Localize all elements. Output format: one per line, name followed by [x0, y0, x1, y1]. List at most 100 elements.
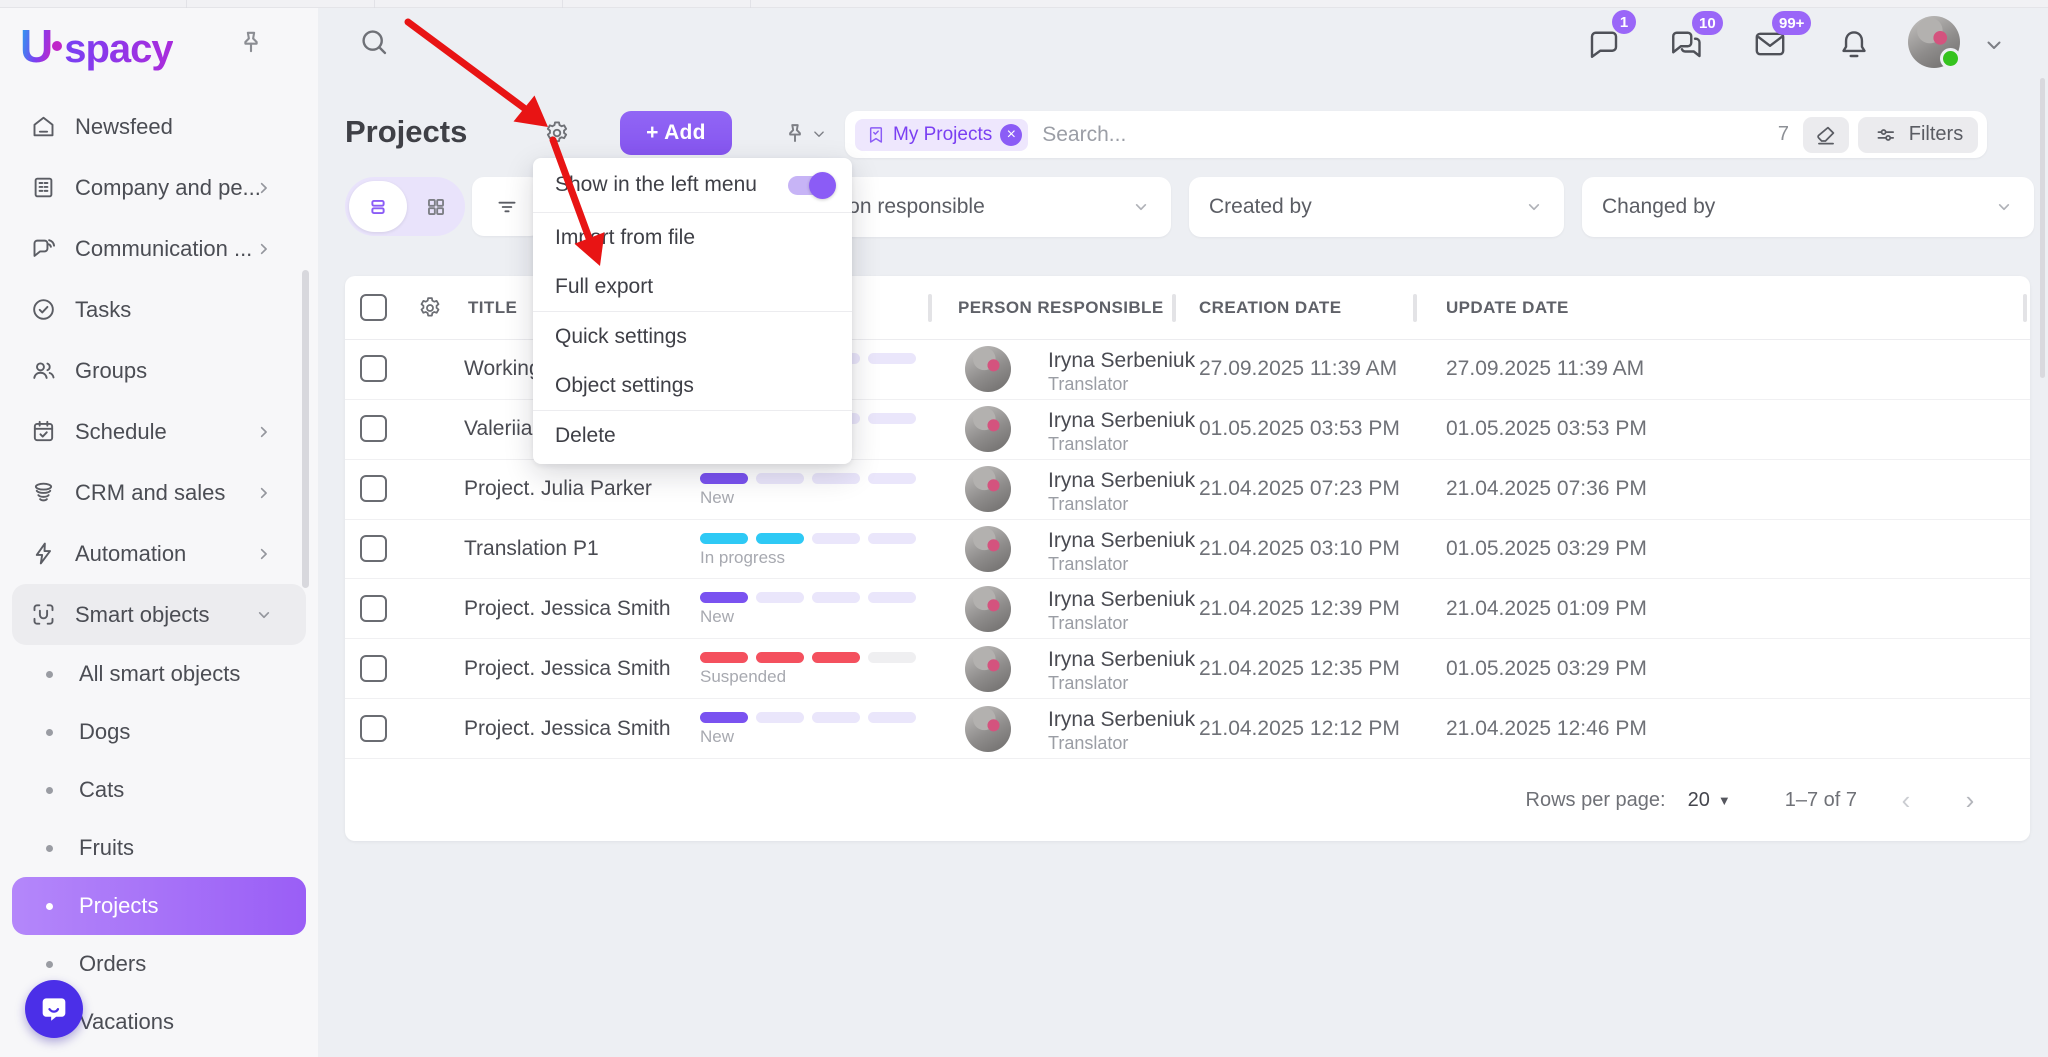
table-row[interactable]: Translation P1In progressIryna Serbeniuk… — [345, 520, 2030, 580]
person-name[interactable]: Iryna Serbeniuk — [1048, 469, 1195, 493]
row-checkbox[interactable] — [360, 415, 387, 442]
sidebar-item-projects[interactable]: Projects — [12, 877, 306, 935]
sidebar-item-label: CRM and sales — [75, 480, 225, 506]
sidebar-item-fruits[interactable]: Fruits — [0, 819, 318, 877]
profile-chevron-down-icon[interactable] — [1982, 33, 2006, 57]
sidebar-item-dogs[interactable]: Dogs — [0, 703, 318, 761]
menu-item-show-in-left-menu[interactable]: Show in the left menu — [533, 158, 852, 212]
sidebar-item-label: Company and pe... — [75, 175, 261, 201]
uspacy-logo[interactable]: Uspacy — [20, 19, 173, 73]
column-header-title[interactable]: TITLE — [468, 276, 517, 340]
table-row[interactable]: Project. Jessica Smith New Iryna Serbeniuk… — [345, 699, 2030, 759]
project-title[interactable]: Project. Jessica Smith — [464, 597, 671, 621]
project-title[interactable]: Working — [464, 357, 541, 381]
person-avatar[interactable] — [965, 526, 1011, 572]
clear-filters-button[interactable] — [1803, 117, 1849, 153]
table-row[interactable]: Project. Jessica Smith New Iryna Serbeniuk… — [345, 579, 2030, 639]
sidebar-item-smart-objects[interactable]: Smart objects — [12, 584, 306, 645]
sidebar-item-automation[interactable]: Automation — [0, 523, 318, 584]
rows-per-page-select[interactable]: 20 ▼ — [1688, 789, 1731, 812]
table-row[interactable]: Project. Julia ParkerNewIryna SerbeniukT… — [345, 460, 2030, 520]
row-checkbox[interactable] — [360, 475, 387, 502]
sidebar-item-all-smart-objects[interactable]: All smart objects — [0, 645, 318, 703]
bullet-icon — [46, 671, 53, 678]
chat-widget-button[interactable] — [25, 980, 83, 1038]
progress-segment — [812, 473, 860, 484]
filters-button[interactable]: Filters — [1858, 117, 1978, 153]
person-name[interactable]: Iryna Serbeniuk — [1048, 708, 1195, 732]
row-checkbox[interactable] — [360, 535, 387, 562]
person-name[interactable]: Iryna Serbeniuk — [1048, 648, 1195, 672]
add-button[interactable]: + Add — [620, 111, 732, 155]
chip-close-icon[interactable]: × — [1000, 124, 1022, 146]
menu-item-object-settings[interactable]: Object settings — [533, 361, 852, 410]
progress-bar: New — [700, 592, 916, 627]
column-header-created[interactable]: CREATION DATE — [1199, 276, 1341, 340]
sort-button[interactable] — [472, 177, 542, 236]
user-avatar[interactable] — [1908, 16, 1960, 68]
column-divider[interactable] — [2023, 294, 2027, 322]
page-scrollbar[interactable] — [2040, 78, 2045, 378]
status-label: New — [700, 727, 916, 747]
creation-date: 21.04.2025 07:23 PM — [1199, 477, 1400, 501]
person-avatar[interactable] — [965, 466, 1011, 512]
person-name[interactable]: Iryna Serbeniuk — [1048, 409, 1195, 433]
progress-segment — [756, 712, 804, 723]
menu-item-full-export[interactable]: Full export — [533, 262, 852, 311]
project-title[interactable]: Project. Jessica Smith — [464, 657, 671, 681]
row-checkbox[interactable] — [360, 355, 387, 382]
list-view-button[interactable] — [349, 181, 407, 232]
person-name[interactable]: Iryna Serbeniuk — [1048, 588, 1195, 612]
columns-gear-icon[interactable] — [416, 294, 444, 322]
sidebar-item-label: Communication ... — [75, 236, 252, 262]
sidebar-item-newsfeed[interactable]: Newsfeed — [0, 96, 318, 157]
person-name[interactable]: Iryna Serbeniuk — [1048, 529, 1195, 553]
grid-view-button[interactable] — [407, 181, 465, 232]
sidebar-item-cats[interactable]: Cats — [0, 761, 318, 819]
project-title[interactable]: Valeriia — [464, 417, 532, 441]
progress-segment — [868, 473, 916, 484]
sidebar-pin-icon[interactable] — [236, 28, 266, 58]
sidebar-item-company-and-pe[interactable]: Company and pe... — [0, 157, 318, 218]
person-avatar[interactable] — [965, 346, 1011, 392]
person-avatar[interactable] — [965, 646, 1011, 692]
person-avatar[interactable] — [965, 706, 1011, 752]
sidebar-item-communication[interactable]: Communication ... — [0, 218, 318, 279]
show-in-left-menu-toggle[interactable] — [788, 176, 834, 195]
menu-item-delete[interactable]: Delete — [533, 411, 852, 460]
project-title[interactable]: Project. Julia Parker — [464, 477, 652, 501]
row-checkbox[interactable] — [360, 595, 387, 622]
projects-settings-gear-icon[interactable] — [542, 118, 572, 148]
column-divider[interactable] — [1413, 294, 1417, 322]
sidebar-item-crm-and-sales[interactable]: CRM and sales — [0, 462, 318, 523]
person-avatar[interactable] — [965, 586, 1011, 632]
person-name[interactable]: Iryna Serbeniuk — [1048, 349, 1195, 373]
sidebar-scrollbar[interactable] — [302, 270, 309, 588]
sidebar-item-groups[interactable]: Groups — [0, 340, 318, 401]
previous-page-button[interactable]: ‹ — [1891, 785, 1921, 816]
table-row[interactable]: Project. Jessica SmithSuspendedIryna Ser… — [345, 639, 2030, 699]
filter-dropdown-created-by[interactable]: Created by — [1189, 177, 1564, 237]
sidebar-item-tasks[interactable]: Tasks — [0, 279, 318, 340]
row-checkbox[interactable] — [360, 715, 387, 742]
search-input[interactable] — [1042, 123, 1778, 147]
select-all-checkbox[interactable] — [360, 294, 387, 321]
project-title[interactable]: Translation P1 — [464, 537, 599, 561]
search-icon[interactable] — [358, 26, 390, 58]
next-page-button[interactable]: › — [1955, 785, 1985, 816]
person-avatar[interactable] — [965, 406, 1011, 452]
my-projects-filter-chip[interactable]: My Projects × — [855, 119, 1028, 151]
notifications-bell-icon[interactable] — [1836, 26, 1872, 62]
sidebar-item-schedule[interactable]: Schedule — [0, 401, 318, 462]
column-divider[interactable] — [928, 294, 932, 322]
column-header-updated[interactable]: UPDATE DATE — [1446, 276, 1569, 340]
column-divider[interactable] — [1172, 294, 1176, 322]
menu-item-quick-settings[interactable]: Quick settings — [533, 312, 852, 361]
sidebar-item-label: Groups — [75, 358, 147, 384]
row-checkbox[interactable] — [360, 655, 387, 682]
pinned-filters-button[interactable] — [782, 114, 842, 154]
filter-dropdown-changed-by[interactable]: Changed by — [1582, 177, 2034, 237]
project-title[interactable]: Project. Jessica Smith — [464, 717, 671, 741]
column-header-person[interactable]: PERSON RESPONSIBLE — [958, 276, 1164, 340]
menu-item-import-from-file[interactable]: Import from file — [533, 213, 852, 262]
